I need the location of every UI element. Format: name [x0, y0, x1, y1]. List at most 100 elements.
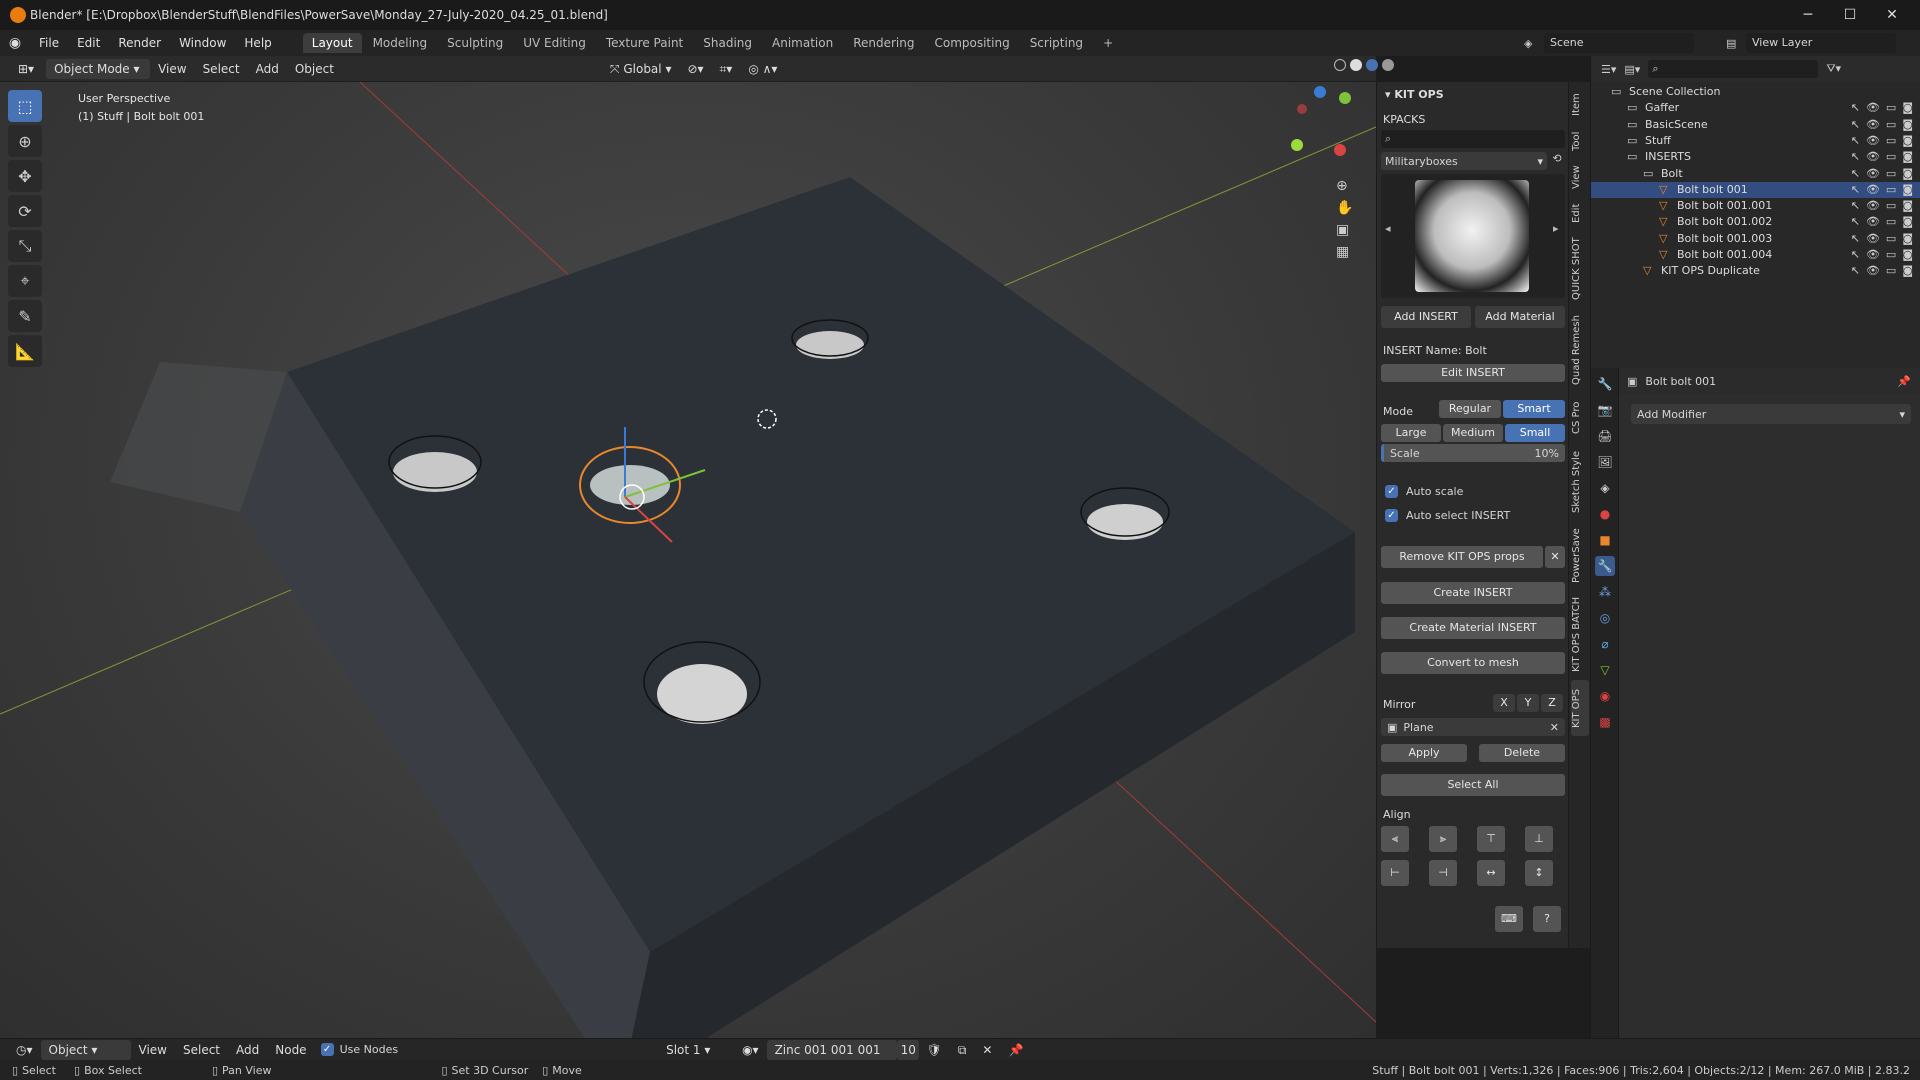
row-visibility-icons[interactable]: ↖ 👁 ▭ ◙ — [1851, 231, 1913, 247]
help-icon[interactable]: ? — [1533, 906, 1561, 932]
mode-dropdown[interactable]: Object Mode ▾ — [46, 58, 151, 79]
size-medium-button[interactable]: Medium — [1443, 424, 1503, 442]
tab-view[interactable]: View — [1571, 162, 1589, 192]
select-icon[interactable]: ↖ — [1851, 231, 1860, 247]
select-icon[interactable]: ↖ — [1851, 166, 1860, 182]
pin-icon[interactable]: 📌 — [1000, 1040, 1031, 1060]
monitor-icon[interactable]: ▭ — [1886, 214, 1896, 230]
3d-viewport[interactable]: User Perspective (1) Stuff | Bolt bolt 0… — [0, 82, 1376, 1038]
cursor-tool-icon[interactable]: ⊕ — [8, 125, 42, 157]
monitor-icon[interactable]: ▭ — [1886, 198, 1896, 214]
tool-props-icon[interactable]: 🔧 — [1595, 374, 1615, 394]
next-thumbnail-icon[interactable]: ▸ — [1553, 222, 1559, 235]
proportional-edit-icon[interactable]: ◎ ∧▾ — [740, 59, 785, 79]
nav-gizmo-z[interactable] — [1314, 86, 1326, 98]
monitor-icon[interactable]: ▭ — [1886, 182, 1896, 198]
auto-select-insert-checkbox[interactable]: ✓ Auto select INSERT — [1385, 509, 1510, 522]
menu-view[interactable]: View — [150, 59, 194, 79]
particles-props-icon[interactable]: ⁂ — [1595, 582, 1615, 602]
align-top-icon[interactable]: ⊤ — [1477, 826, 1505, 852]
mode-smart-button[interactable]: Smart — [1503, 400, 1565, 418]
nav-gizmo-neg-x[interactable] — [1297, 104, 1307, 114]
row-visibility-icons[interactable]: ↖ 👁 ▭ ◙ — [1851, 166, 1913, 182]
eye-icon[interactable]: 👁 — [1866, 231, 1880, 247]
row-visibility-icons[interactable]: ↖ 👁 ▭ ◙ — [1851, 214, 1913, 230]
tab-texture-paint[interactable]: Texture Paint — [597, 33, 692, 53]
nav-gizmo-neg-y[interactable] — [1291, 139, 1303, 151]
rendered-shading-icon[interactable] — [1382, 59, 1394, 71]
pan-hand-icon[interactable]: ✋ — [1336, 200, 1360, 216]
outliner-row[interactable]: ▭ BasicScene ↖ 👁 ▭ ◙ — [1591, 117, 1920, 133]
camera-icon[interactable]: ◙ — [1902, 247, 1913, 263]
kpack-dropdown[interactable]: Militaryboxes ▾ — [1381, 152, 1547, 170]
kpacks-search-input[interactable]: ⌕ — [1381, 130, 1565, 148]
tab-layout[interactable]: Layout — [302, 33, 362, 53]
scene-selector[interactable]: ◈ Scene — [1524, 33, 1694, 53]
camera-icon[interactable]: ◙ — [1902, 214, 1913, 230]
select-icon[interactable]: ↖ — [1851, 117, 1860, 133]
use-nodes-checkbox[interactable]: ✓ Use Nodes — [320, 1043, 398, 1056]
transform-tool-icon[interactable]: ⌖ — [8, 265, 42, 297]
remove-kitops-props-button[interactable]: Remove KIT OPS props — [1381, 546, 1543, 568]
pivot-icon[interactable]: ⊘▾ — [679, 59, 711, 79]
mirror-y-button[interactable]: Y — [1517, 694, 1539, 712]
outliner-row[interactable]: ▽ KIT OPS Duplicate ↖ 👁 ▭ ◙ — [1591, 263, 1920, 279]
select-icon[interactable]: ↖ — [1851, 198, 1860, 214]
eye-icon[interactable]: 👁 — [1866, 133, 1880, 149]
row-visibility-icons[interactable]: ↖ 👁 ▭ ◙ — [1851, 117, 1913, 133]
tab-kitops[interactable]: KIT OPS — [1571, 680, 1589, 736]
nav-gizmo-y[interactable] — [1339, 92, 1351, 104]
tab-edit[interactable]: Edit — [1571, 198, 1589, 228]
tab-kitops-batch[interactable]: KIT OPS BATCH — [1571, 594, 1589, 674]
mode-regular-button[interactable]: Regular — [1439, 400, 1501, 418]
footer-menu-add[interactable]: Add — [228, 1040, 267, 1060]
camera-icon[interactable]: ◙ — [1902, 149, 1913, 165]
duplicate-material-icon[interactable]: ⧉ — [950, 1040, 975, 1060]
row-visibility-icons[interactable]: ↖ 👁 ▭ ◙ — [1851, 182, 1913, 198]
outliner-row[interactable]: ▭ Stuff ↖ 👁 ▭ ◙ — [1591, 133, 1920, 149]
menu-render[interactable]: Render — [109, 30, 170, 56]
eye-icon[interactable]: 👁 — [1866, 166, 1880, 182]
monitor-icon[interactable]: ▭ — [1886, 263, 1896, 279]
monitor-icon[interactable]: ▭ — [1886, 117, 1896, 133]
material-name-field[interactable]: Zinc 001 001 001 — [766, 1039, 897, 1060]
convert-to-mesh-button[interactable]: Convert to mesh — [1381, 652, 1565, 674]
tab-shading[interactable]: Shading — [694, 33, 761, 53]
physics-props-icon[interactable]: ◎ — [1595, 608, 1615, 628]
insert-thumbnail-image[interactable] — [1415, 180, 1529, 292]
close-icon[interactable]: ✕ — [1545, 546, 1565, 568]
solid-shading-icon[interactable] — [1350, 59, 1362, 71]
monitor-icon[interactable]: ▭ — [1886, 100, 1896, 116]
camera-icon[interactable]: ◙ — [1902, 166, 1913, 182]
scene-name[interactable]: Scene — [1544, 33, 1694, 53]
add-workspace-icon[interactable]: + — [1094, 33, 1122, 53]
monitor-icon[interactable]: ▭ — [1886, 149, 1896, 165]
measure-tool-icon[interactable]: 📐 — [8, 335, 42, 367]
world-props-icon[interactable]: ● — [1595, 504, 1615, 524]
outliner-row[interactable]: ▭ INSERTS ↖ 👁 ▭ ◙ — [1591, 149, 1920, 165]
material-shading-icon[interactable] — [1366, 59, 1378, 71]
outliner-row[interactable]: ▽ Bolt bolt 001.004 ↖ 👁 ▭ ◙ — [1591, 247, 1920, 263]
outliner-row[interactable]: ▭ Scene Collection — [1591, 84, 1920, 100]
annotate-tool-icon[interactable]: ✎ — [8, 300, 42, 332]
footer-menu-select[interactable]: Select — [175, 1040, 228, 1060]
display-mode-icon[interactable]: ▤▾ — [1624, 63, 1640, 76]
add-insert-button[interactable]: Add INSERT — [1381, 306, 1471, 328]
clear-icon[interactable]: ✕ — [1550, 721, 1559, 734]
eye-icon[interactable]: 👁 — [1866, 247, 1880, 263]
eye-icon[interactable]: 👁 — [1866, 214, 1880, 230]
camera-icon[interactable]: ◙ — [1902, 231, 1913, 247]
tab-sketch-style[interactable]: Sketch Style — [1571, 446, 1589, 518]
output-props-icon[interactable]: 🖨 — [1595, 426, 1615, 446]
modifier-props-icon[interactable]: 🔧 — [1595, 556, 1615, 576]
size-small-button[interactable]: Small — [1505, 424, 1565, 442]
view-layer-selector[interactable]: ▤ View Layer — [1726, 33, 1896, 53]
tab-quick-shot[interactable]: QUICK SHOT — [1571, 234, 1589, 304]
menu-select[interactable]: Select — [195, 59, 248, 79]
fake-user-icon[interactable]: 🛡 — [919, 1040, 950, 1060]
outliner-row[interactable]: ▽ Bolt bolt 001.001 ↖ 👁 ▭ ◙ — [1591, 198, 1920, 214]
mirror-apply-button[interactable]: Apply — [1381, 744, 1467, 762]
outliner-search-input[interactable]: ⌕ — [1648, 60, 1819, 78]
outliner-row[interactable]: ▭ Gaffer ↖ 👁 ▭ ◙ — [1591, 100, 1920, 116]
row-visibility-icons[interactable]: ↖ 👁 ▭ ◙ — [1851, 149, 1913, 165]
